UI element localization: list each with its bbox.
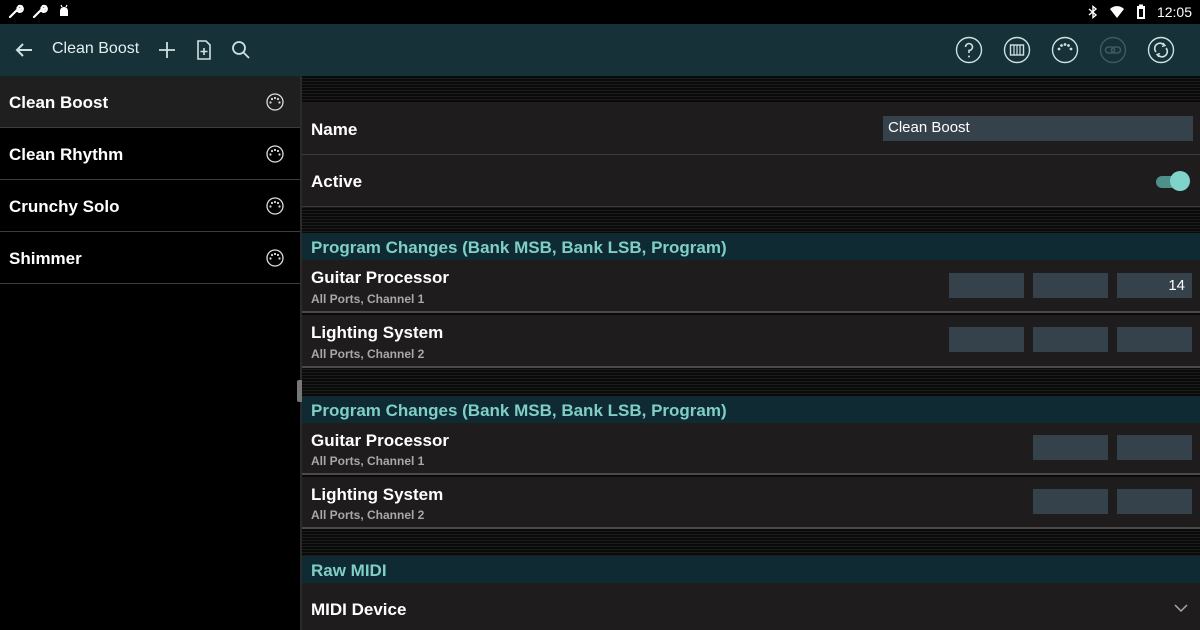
device-subtitle: All Ports, Channel 2: [311, 508, 425, 522]
toggle-thumb: [1170, 171, 1190, 191]
app-title: Clean Boost: [52, 40, 140, 57]
new-file-icon[interactable]: [192, 38, 216, 62]
wrench-icon: [8, 4, 24, 19]
midi-connector-icon: [266, 197, 284, 215]
preset-detail: Name Clean Boost Active Program Changes …: [302, 76, 1200, 630]
wrench-icon: [32, 4, 48, 19]
bank-lsb-field[interactable]: [1033, 435, 1108, 460]
program-field[interactable]: 14: [1117, 273, 1192, 298]
preset-item[interactable]: Shimmer: [0, 232, 300, 284]
device-label: Guitar Processor: [311, 268, 449, 287]
active-row: Active: [302, 155, 1200, 207]
section-title: Program Changes (Bank MSB, Bank LSB, Pro…: [311, 401, 727, 420]
chevron-down-icon[interactable]: [1174, 603, 1188, 613]
midi-connector-icon: [266, 145, 284, 163]
preset-label: Clean Boost: [9, 93, 109, 112]
name-label: Name: [311, 120, 358, 139]
bank-lsb-field[interactable]: [1033, 489, 1108, 514]
back-arrow-icon[interactable]: [12, 38, 36, 62]
active-toggle[interactable]: [1156, 171, 1190, 191]
section-header-program-changes: Program Changes (Bank MSB, Bank LSB, Pro…: [302, 233, 1200, 260]
program-field[interactable]: [1117, 489, 1192, 514]
midi-connector-icon: [266, 93, 284, 111]
device-subtitle: All Ports, Channel 1: [311, 454, 425, 468]
clock: 12:05: [1156, 4, 1192, 20]
section-title: Raw MIDI: [311, 561, 387, 580]
bank-lsb-field[interactable]: [1033, 273, 1108, 298]
wifi-icon: [1109, 6, 1124, 18]
midi-device-label: MIDI Device: [311, 600, 407, 619]
keyboard-icon[interactable]: [1003, 36, 1031, 64]
preset-item[interactable]: Clean Rhythm: [0, 128, 300, 180]
preset-label: Clean Rhythm: [9, 145, 124, 164]
program-change-row[interactable]: Lighting System All Ports, Channel 2: [302, 315, 1200, 368]
link-icon[interactable]: [1099, 36, 1127, 64]
midi-connector-icon: [266, 249, 284, 267]
android-debug-icon: [60, 4, 68, 16]
device-label: Lighting System: [311, 485, 444, 504]
midi-port-icon[interactable]: [1051, 36, 1079, 64]
device-label: Guitar Processor: [311, 431, 449, 450]
section-header-program-changes: Program Changes (Bank MSB, Bank LSB, Pro…: [302, 396, 1200, 423]
preset-list: Clean Boost Clean Rhythm Crunchy Solo Sh…: [0, 76, 300, 630]
bank-msb-field[interactable]: [949, 327, 1024, 352]
preset-label: Shimmer: [9, 249, 82, 268]
program-field[interactable]: [1117, 327, 1192, 352]
bank-msb-field[interactable]: [949, 273, 1024, 298]
section-title: Program Changes (Bank MSB, Bank LSB, Pro…: [311, 238, 727, 257]
battery-icon: [1136, 4, 1145, 19]
section-header-raw-midi: Raw MIDI: [302, 556, 1200, 583]
midi-device-row[interactable]: MIDI Device: [302, 583, 1200, 630]
bank-lsb-field[interactable]: [1033, 327, 1108, 352]
preset-item[interactable]: Clean Boost: [0, 76, 300, 128]
name-field[interactable]: Clean Boost: [883, 116, 1193, 141]
search-icon[interactable]: [229, 38, 253, 62]
program-change-row[interactable]: Guitar Processor All Ports, Channel 1: [302, 423, 1200, 475]
help-icon[interactable]: [955, 36, 983, 64]
preset-item[interactable]: Crunchy Solo: [0, 180, 300, 232]
status-bar: 12:05: [0, 0, 1200, 24]
program-change-row[interactable]: Guitar Processor All Ports, Channel 1 14: [302, 260, 1200, 313]
name-row: Name Clean Boost: [302, 103, 1200, 155]
active-label: Active: [311, 172, 363, 191]
add-icon[interactable]: [155, 38, 179, 62]
device-label: Lighting System: [311, 323, 444, 342]
device-subtitle: All Ports, Channel 2: [311, 347, 425, 361]
program-change-row[interactable]: Lighting System All Ports, Channel 2: [302, 477, 1200, 529]
device-subtitle: All Ports, Channel 1: [311, 292, 425, 306]
bluetooth-icon: [1088, 5, 1098, 19]
preset-label: Crunchy Solo: [9, 197, 120, 216]
sync-icon[interactable]: [1147, 36, 1175, 64]
app-bar: Clean Boost: [0, 24, 1200, 76]
program-field[interactable]: [1117, 435, 1192, 460]
